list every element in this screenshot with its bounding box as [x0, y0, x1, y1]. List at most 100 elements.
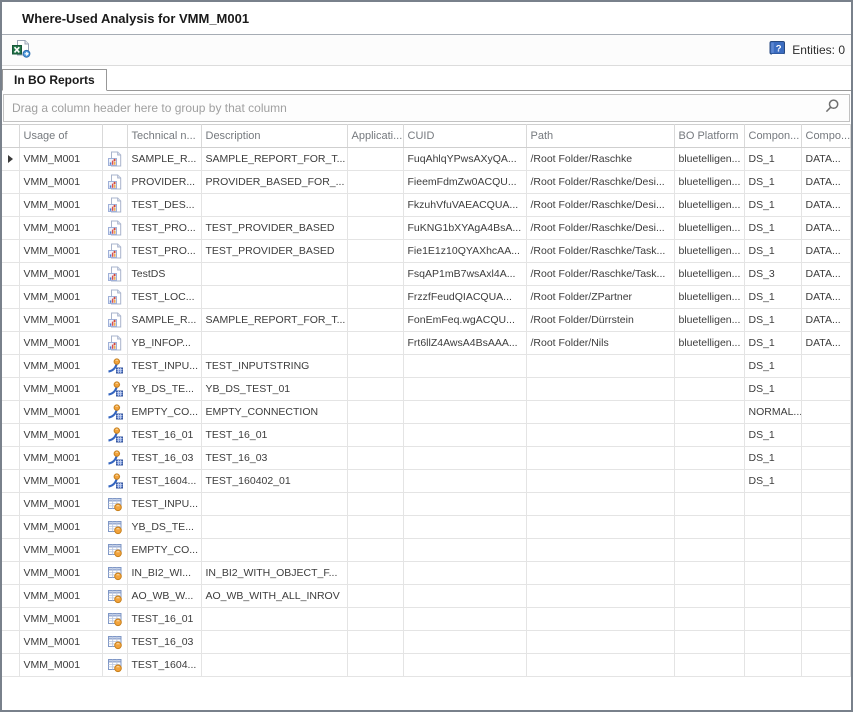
cell-technical: TEST_LOC... [127, 286, 201, 309]
cell-cuid [403, 585, 526, 608]
row-selector-cell[interactable] [2, 355, 19, 378]
table-row[interactable]: VMM_M001SAMPLE_R...SAMPLE_REPORT_FOR_T..… [2, 309, 851, 332]
row-selector-cell[interactable] [2, 401, 19, 424]
table-row[interactable]: VMM_M001TEST_1604...TEST_160402_01DS_1 [2, 470, 851, 493]
row-type-icon-cell [102, 470, 127, 493]
table-row[interactable]: VMM_M001TEST_16_01 [2, 608, 851, 631]
row-selector-cell[interactable] [2, 263, 19, 286]
bo-report-icon [107, 335, 123, 351]
row-selector-cell[interactable] [2, 608, 19, 631]
table-row[interactable]: VMM_M001TEST_PRO...TEST_PROVIDER_BASEDFi… [2, 240, 851, 263]
row-selector-cell[interactable] [2, 470, 19, 493]
cell-path [526, 539, 674, 562]
cell-application [347, 355, 403, 378]
row-selector-cell[interactable] [2, 493, 19, 516]
row-selector-cell[interactable] [2, 286, 19, 309]
row-selector-cell[interactable] [2, 217, 19, 240]
cell-application [347, 309, 403, 332]
cell-usage: VMM_M001 [19, 378, 102, 401]
cell-path [526, 470, 674, 493]
cell-path [526, 585, 674, 608]
row-selector-cell[interactable] [2, 539, 19, 562]
row-selector-cell[interactable] [2, 148, 19, 171]
table-row[interactable]: VMM_M001EMPTY_CO...EMPTY_CONNECTIONNORMA… [2, 401, 851, 424]
table-row[interactable]: VMM_M001YB_DS_TE...YB_DS_TEST_01DS_1 [2, 378, 851, 401]
table-row[interactable]: VMM_M001PROVIDER...PROVIDER_BASED_FOR_..… [2, 171, 851, 194]
row-selector-cell[interactable] [2, 447, 19, 470]
cell-component2 [801, 378, 851, 401]
row-selector-cell[interactable] [2, 309, 19, 332]
cell-usage: VMM_M001 [19, 401, 102, 424]
row-selector-cell[interactable] [2, 194, 19, 217]
row-type-icon-cell [102, 263, 127, 286]
table-row[interactable]: VMM_M001EMPTY_CO... [2, 539, 851, 562]
table-row[interactable]: VMM_M001TEST_DES...FkzuhVfuVAEACQUA.../R… [2, 194, 851, 217]
cell-component: DS_1 [744, 286, 801, 309]
table-row[interactable]: VMM_M001IN_BI2_WI...IN_BI2_WITH_OBJECT_F… [2, 562, 851, 585]
table-row[interactable]: VMM_M001TEST_16_03 [2, 631, 851, 654]
column-header-platform[interactable]: BO Platform [674, 125, 744, 148]
row-type-icon-cell [102, 332, 127, 355]
cell-platform [674, 631, 744, 654]
row-selector-cell[interactable] [2, 585, 19, 608]
row-selector-cell[interactable] [2, 654, 19, 677]
cell-usage: VMM_M001 [19, 631, 102, 654]
row-type-icon-cell [102, 447, 127, 470]
cell-technical: TestDS [127, 263, 201, 286]
table-row[interactable]: VMM_M001TEST_PRO...TEST_PROVIDER_BASEDFu… [2, 217, 851, 240]
cell-component: DS_1 [744, 378, 801, 401]
export-to-excel-button[interactable] [9, 38, 33, 62]
cell-cuid [403, 516, 526, 539]
toolbar: ? Entities: 0 [2, 35, 851, 66]
cell-cuid [403, 631, 526, 654]
column-header-component2[interactable]: Compo... [801, 125, 851, 148]
table-row[interactable]: VMM_M001TEST_INPU...TEST_INPUTSTRINGDS_1 [2, 355, 851, 378]
column-header-description[interactable]: Description [201, 125, 347, 148]
cell-application [347, 516, 403, 539]
row-selector-cell[interactable] [2, 240, 19, 263]
table-row[interactable]: VMM_M001TEST_16_03TEST_16_03DS_1 [2, 447, 851, 470]
table-row[interactable]: VMM_M001YB_INFOP...Frt6llZ4AwsA4BsAAA...… [2, 332, 851, 355]
row-selector-cell[interactable] [2, 631, 19, 654]
group-by-bar[interactable]: Drag a column header here to group by th… [3, 94, 850, 122]
cell-description: TEST_160402_01 [201, 470, 347, 493]
row-selector-cell[interactable] [2, 378, 19, 401]
table-row[interactable]: VMM_M001TEST_LOC...FrzzfFeudQIACQUA.../R… [2, 286, 851, 309]
table-row[interactable]: VMM_M001TEST_INPU... [2, 493, 851, 516]
column-header-component[interactable]: Compon... [744, 125, 801, 148]
bo-report-icon [107, 151, 123, 167]
cell-component2: DATA... [801, 332, 851, 355]
cell-description: EMPTY_CONNECTION [201, 401, 347, 424]
group-by-hint-text: Drag a column header here to group by th… [12, 101, 287, 115]
column-header-usage[interactable]: Usage of [19, 125, 102, 148]
help-icon[interactable]: ? [769, 40, 786, 61]
search-icon[interactable] [824, 98, 840, 119]
column-header-technical[interactable]: Technical n... [127, 125, 201, 148]
table-row[interactable]: VMM_M001TestDSFsqAP1mB7wsAxl4A.../Root F… [2, 263, 851, 286]
row-type-icon-cell [102, 631, 127, 654]
row-selector-cell[interactable] [2, 562, 19, 585]
row-selector-cell[interactable] [2, 332, 19, 355]
row-selector-cell[interactable] [2, 171, 19, 194]
cell-path: /Root Folder/Raschke/Task... [526, 263, 674, 286]
row-selector-cell[interactable] [2, 424, 19, 447]
cell-description [201, 286, 347, 309]
column-header-path[interactable]: Path [526, 125, 674, 148]
table-row[interactable]: VMM_M001SAMPLE_R...SAMPLE_REPORT_FOR_T..… [2, 148, 851, 171]
table-row[interactable]: VMM_M001AO_WB_W...AO_WB_WITH_ALL_INROV [2, 585, 851, 608]
table-row[interactable]: VMM_M001TEST_16_01TEST_16_01DS_1 [2, 424, 851, 447]
tab-in-bo-reports[interactable]: In BO Reports [2, 69, 107, 91]
cell-cuid [403, 378, 526, 401]
cell-path [526, 608, 674, 631]
toolbar-right: ? Entities: 0 [769, 40, 845, 61]
row-selector-cell[interactable] [2, 516, 19, 539]
column-header-application[interactable]: Applicati... [347, 125, 403, 148]
cell-usage: VMM_M001 [19, 309, 102, 332]
table-row[interactable]: VMM_M001YB_DS_TE... [2, 516, 851, 539]
cell-application [347, 171, 403, 194]
column-header-cuid[interactable]: CUID [403, 125, 526, 148]
cell-cuid: Frt6llZ4AwsA4BsAAA... [403, 332, 526, 355]
cell-platform [674, 585, 744, 608]
cell-platform [674, 562, 744, 585]
table-row[interactable]: VMM_M001TEST_1604... [2, 654, 851, 677]
